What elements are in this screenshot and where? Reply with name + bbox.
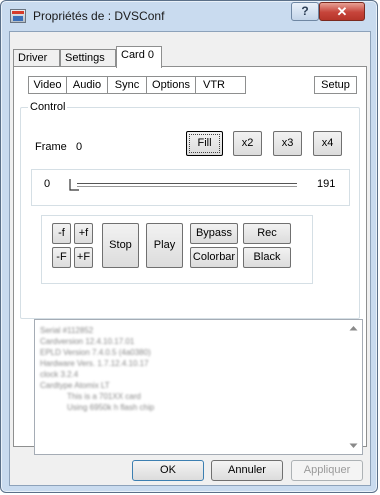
control-group: Control Frame 0 Fill x2 x3 x4 0 191 -f +… [20, 101, 360, 319]
frame-value: 0 [76, 141, 83, 153]
slider-thumb-icon[interactable] [69, 179, 80, 191]
cancel-button[interactable]: Annuler [211, 460, 283, 481]
play-button[interactable]: Play [146, 223, 183, 268]
stop-button[interactable]: Stop [102, 223, 139, 268]
tab-settings[interactable]: Settings [60, 49, 116, 67]
zoom-x3-button[interactable]: x3 [273, 131, 302, 156]
colorbar-button[interactable]: Colorbar [190, 247, 238, 268]
bypass-button[interactable]: Bypass [190, 223, 238, 244]
tab-card-0[interactable]: Card 0 [116, 46, 162, 68]
step-back-field-button[interactable]: -F [52, 247, 71, 268]
slider-min-label: 0 [44, 178, 51, 190]
properties-window: Propriétés de : DVSConf ? ✕ Driver Setti… [0, 0, 378, 493]
zoom-x2-button[interactable]: x2 [233, 131, 262, 156]
setup-button[interactable]: Setup [314, 76, 357, 94]
scroll-down-icon[interactable] [349, 443, 358, 449]
log-line: Cardversion 12.4.10.17.01 [40, 337, 135, 346]
log-line: EPLD Version 7.4.0.5 (4a0380) [40, 348, 151, 357]
apply-button[interactable]: Appliquer [291, 460, 363, 481]
help-button[interactable]: ? [291, 2, 319, 21]
scroll-up-icon[interactable] [349, 325, 358, 331]
subtab-audio[interactable]: Audio [66, 76, 108, 94]
subtab-options[interactable]: Options [146, 76, 196, 94]
frame-slider-track[interactable] [77, 183, 297, 187]
dialog-body: Driver Settings Card 0 Video Audio Sync … [9, 31, 371, 486]
transport-group: -f +f -F +F Stop Play Bypass Rec Colorba… [41, 215, 313, 284]
black-button[interactable]: Black [243, 247, 291, 268]
log-line: Cardtype Atomix LT [40, 381, 110, 390]
log-line: Using 6950k h flash chip [67, 403, 155, 412]
card-info-log[interactable]: Serial #112852 Cardversion 12.4.10.17.01… [34, 319, 363, 455]
control-group-label: Control [28, 101, 68, 113]
zoom-x4-button[interactable]: x4 [313, 131, 342, 156]
close-button[interactable]: ✕ [319, 2, 365, 21]
title-bar: Propriétés de : DVSConf ? ✕ [1, 1, 377, 31]
subtab-video[interactable]: Video [28, 76, 67, 94]
subtab-sync[interactable]: Sync [107, 76, 147, 94]
step-back-frame-button[interactable]: -f [52, 223, 71, 244]
slider-max-label: 191 [317, 178, 336, 190]
step-forward-field-button[interactable]: +F [74, 247, 93, 268]
frame-label: Frame [35, 141, 67, 153]
subtab-vtr[interactable]: VTR [195, 76, 246, 94]
log-line: Hardware Vers. 1.7.12.4.10.17 [40, 359, 149, 368]
step-forward-frame-button[interactable]: +f [74, 223, 93, 244]
ok-button[interactable]: OK [132, 460, 204, 481]
log-line: clock 3.2.4 [40, 370, 79, 379]
rec-button[interactable]: Rec [243, 223, 291, 244]
log-scrollbar[interactable] [345, 320, 362, 454]
fill-button-label: Fill [189, 134, 220, 153]
frame-slider-box: 0 191 [31, 169, 350, 206]
card-0-panel: Video Audio Sync Options VTR Setup Contr… [13, 66, 367, 455]
fill-button[interactable]: Fill [186, 131, 223, 156]
window-title: Propriétés de : DVSConf [33, 9, 165, 23]
log-line: This is a 701XX card [67, 392, 141, 401]
log-line: Serial #112852 [40, 326, 94, 335]
app-icon [10, 9, 26, 23]
tab-driver[interactable]: Driver [13, 49, 60, 67]
